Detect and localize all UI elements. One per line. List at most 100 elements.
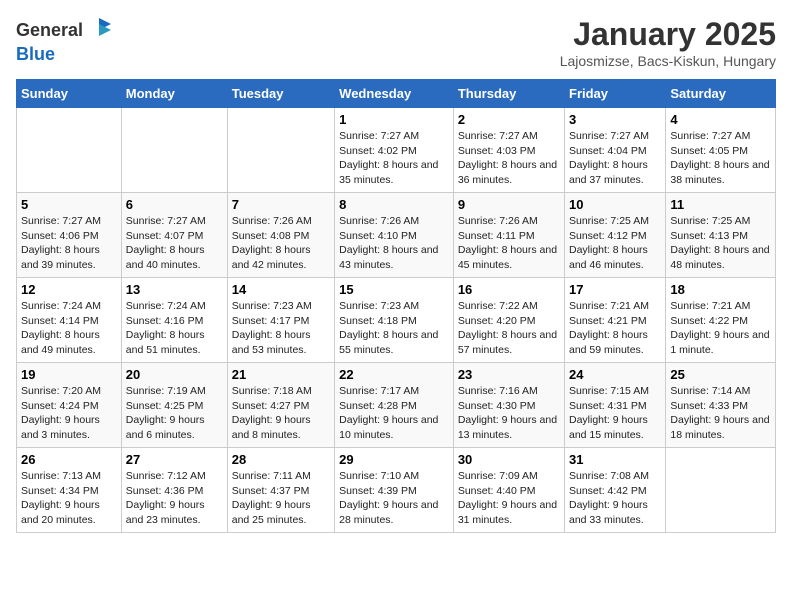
- day-info: Sunrise: 7:15 AM Sunset: 4:31 PM Dayligh…: [569, 384, 661, 443]
- calendar-cell: 3 Sunrise: 7:27 AM Sunset: 4:04 PM Daylig…: [565, 108, 666, 193]
- day-number: 27: [126, 452, 223, 467]
- day-of-week-header: Thursday: [453, 80, 564, 108]
- day-info: Sunrise: 7:21 AM Sunset: 4:21 PM Dayligh…: [569, 299, 661, 358]
- calendar-cell: 27 Sunrise: 7:12 AM Sunset: 4:36 PM Dayli…: [121, 448, 227, 533]
- day-info: Sunrise: 7:09 AM Sunset: 4:40 PM Dayligh…: [458, 469, 560, 528]
- calendar-cell: 8 Sunrise: 7:26 AM Sunset: 4:10 PM Daylig…: [335, 193, 454, 278]
- day-number: 12: [21, 282, 117, 297]
- day-info: Sunrise: 7:27 AM Sunset: 4:07 PM Dayligh…: [126, 214, 223, 273]
- day-info: Sunrise: 7:27 AM Sunset: 4:02 PM Dayligh…: [339, 129, 449, 188]
- day-number: 13: [126, 282, 223, 297]
- calendar-cell: 26 Sunrise: 7:13 AM Sunset: 4:34 PM Dayli…: [17, 448, 122, 533]
- day-number: 23: [458, 367, 560, 382]
- day-info: Sunrise: 7:24 AM Sunset: 4:14 PM Dayligh…: [21, 299, 117, 358]
- day-number: 9: [458, 197, 560, 212]
- day-number: 5: [21, 197, 117, 212]
- day-number: 30: [458, 452, 560, 467]
- day-of-week-header: Wednesday: [335, 80, 454, 108]
- day-info: Sunrise: 7:12 AM Sunset: 4:36 PM Dayligh…: [126, 469, 223, 528]
- day-number: 6: [126, 197, 223, 212]
- day-number: 18: [670, 282, 771, 297]
- calendar-title: January 2025: [560, 16, 776, 53]
- day-info: Sunrise: 7:20 AM Sunset: 4:24 PM Dayligh…: [21, 384, 117, 443]
- calendar-cell: 5 Sunrise: 7:27 AM Sunset: 4:06 PM Daylig…: [17, 193, 122, 278]
- day-number: 20: [126, 367, 223, 382]
- day-info: Sunrise: 7:25 AM Sunset: 4:13 PM Dayligh…: [670, 214, 771, 273]
- day-info: Sunrise: 7:27 AM Sunset: 4:04 PM Dayligh…: [569, 129, 661, 188]
- day-number: 4: [670, 112, 771, 127]
- day-info: Sunrise: 7:19 AM Sunset: 4:25 PM Dayligh…: [126, 384, 223, 443]
- calendar-cell: 13 Sunrise: 7:24 AM Sunset: 4:16 PM Dayli…: [121, 278, 227, 363]
- title-block: January 2025 Lajosmizse, Bacs-Kiskun, Hu…: [560, 16, 776, 69]
- day-number: 8: [339, 197, 449, 212]
- day-number: 21: [232, 367, 330, 382]
- day-info: Sunrise: 7:22 AM Sunset: 4:20 PM Dayligh…: [458, 299, 560, 358]
- day-number: 24: [569, 367, 661, 382]
- day-of-week-header: Friday: [565, 80, 666, 108]
- day-info: Sunrise: 7:23 AM Sunset: 4:17 PM Dayligh…: [232, 299, 330, 358]
- day-info: Sunrise: 7:11 AM Sunset: 4:37 PM Dayligh…: [232, 469, 330, 528]
- calendar-cell: 10Sunrise: 7:25 AM Sunset: 4:12 PM Dayli…: [565, 193, 666, 278]
- day-info: Sunrise: 7:27 AM Sunset: 4:03 PM Dayligh…: [458, 129, 560, 188]
- day-number: 17: [569, 282, 661, 297]
- calendar-cell: 14 Sunrise: 7:23 AM Sunset: 4:17 PM Dayli…: [227, 278, 334, 363]
- day-info: Sunrise: 7:26 AM Sunset: 4:08 PM Dayligh…: [232, 214, 330, 273]
- day-info: Sunrise: 7:18 AM Sunset: 4:27 PM Dayligh…: [232, 384, 330, 443]
- calendar-cell: 1 Sunrise: 7:27 AM Sunset: 4:02 PM Daylig…: [335, 108, 454, 193]
- calendar-cell: 12 Sunrise: 7:24 AM Sunset: 4:14 PM Dayli…: [17, 278, 122, 363]
- day-info: Sunrise: 7:25 AM Sunset: 4:12 PM Dayligh…: [569, 214, 661, 273]
- calendar-cell: 4 Sunrise: 7:27 AM Sunset: 4:05 PM Daylig…: [666, 108, 776, 193]
- day-info: Sunrise: 7:17 AM Sunset: 4:28 PM Dayligh…: [339, 384, 449, 443]
- calendar-cell: 21 Sunrise: 7:18 AM Sunset: 4:27 PM Dayli…: [227, 363, 334, 448]
- calendar-cell: 9 Sunrise: 7:26 AM Sunset: 4:11 PM Daylig…: [453, 193, 564, 278]
- day-info: Sunrise: 7:26 AM Sunset: 4:11 PM Dayligh…: [458, 214, 560, 273]
- calendar-cell: 19Sunrise: 7:20 AM Sunset: 4:24 PM Dayli…: [17, 363, 122, 448]
- day-number: 25: [670, 367, 771, 382]
- day-number: 28: [232, 452, 330, 467]
- calendar-cell: 2 Sunrise: 7:27 AM Sunset: 4:03 PM Daylig…: [453, 108, 564, 193]
- day-info: Sunrise: 7:27 AM Sunset: 4:05 PM Dayligh…: [670, 129, 771, 188]
- day-info: Sunrise: 7:10 AM Sunset: 4:39 PM Dayligh…: [339, 469, 449, 528]
- calendar-cell: 23 Sunrise: 7:16 AM Sunset: 4:30 PM Dayli…: [453, 363, 564, 448]
- day-of-week-header: Sunday: [17, 80, 122, 108]
- calendar-cell: 18Sunrise: 7:21 AM Sunset: 4:22 PM Dayli…: [666, 278, 776, 363]
- calendar-subtitle: Lajosmizse, Bacs-Kiskun, Hungary: [560, 53, 776, 69]
- calendar-cell: 28 Sunrise: 7:11 AM Sunset: 4:37 PM Dayli…: [227, 448, 334, 533]
- calendar-cell: 7 Sunrise: 7:26 AM Sunset: 4:08 PM Daylig…: [227, 193, 334, 278]
- calendar-cell: 6 Sunrise: 7:27 AM Sunset: 4:07 PM Daylig…: [121, 193, 227, 278]
- calendar-cell: 25Sunrise: 7:14 AM Sunset: 4:33 PM Dayli…: [666, 363, 776, 448]
- calendar-cell: [121, 108, 227, 193]
- calendar-cell: [666, 448, 776, 533]
- page-header: General Blue January 2025 Lajosmizse, Ba…: [16, 16, 776, 69]
- calendar-cell: [17, 108, 122, 193]
- logo-flag-icon: [85, 16, 113, 44]
- day-of-week-header: Saturday: [666, 80, 776, 108]
- day-info: Sunrise: 7:27 AM Sunset: 4:06 PM Dayligh…: [21, 214, 117, 273]
- day-number: 14: [232, 282, 330, 297]
- day-info: Sunrise: 7:24 AM Sunset: 4:16 PM Dayligh…: [126, 299, 223, 358]
- calendar-cell: 30 Sunrise: 7:09 AM Sunset: 4:40 PM Dayli…: [453, 448, 564, 533]
- day-number: 26: [21, 452, 117, 467]
- logo-general: General: [16, 20, 83, 41]
- day-number: 22: [339, 367, 449, 382]
- day-number: 2: [458, 112, 560, 127]
- day-info: Sunrise: 7:16 AM Sunset: 4:30 PM Dayligh…: [458, 384, 560, 443]
- calendar-cell: 17 Sunrise: 7:21 AM Sunset: 4:21 PM Dayli…: [565, 278, 666, 363]
- calendar-cell: 31Sunrise: 7:08 AM Sunset: 4:42 PM Dayli…: [565, 448, 666, 533]
- calendar-cell: 22 Sunrise: 7:17 AM Sunset: 4:28 PM Dayli…: [335, 363, 454, 448]
- calendar-cell: 15Sunrise: 7:23 AM Sunset: 4:18 PM Dayli…: [335, 278, 454, 363]
- calendar-cell: 11Sunrise: 7:25 AM Sunset: 4:13 PM Dayli…: [666, 193, 776, 278]
- calendar-table: SundayMondayTuesdayWednesdayThursdayFrid…: [16, 79, 776, 533]
- day-number: 3: [569, 112, 661, 127]
- day-info: Sunrise: 7:26 AM Sunset: 4:10 PM Dayligh…: [339, 214, 449, 273]
- day-info: Sunrise: 7:13 AM Sunset: 4:34 PM Dayligh…: [21, 469, 117, 528]
- day-of-week-header: Monday: [121, 80, 227, 108]
- logo-blue: Blue: [16, 44, 55, 64]
- calendar-cell: 29Sunrise: 7:10 AM Sunset: 4:39 PM Dayli…: [335, 448, 454, 533]
- logo: General Blue: [16, 16, 113, 65]
- day-number: 1: [339, 112, 449, 127]
- day-number: 15: [339, 282, 449, 297]
- day-number: 7: [232, 197, 330, 212]
- calendar-cell: [227, 108, 334, 193]
- day-number: 16: [458, 282, 560, 297]
